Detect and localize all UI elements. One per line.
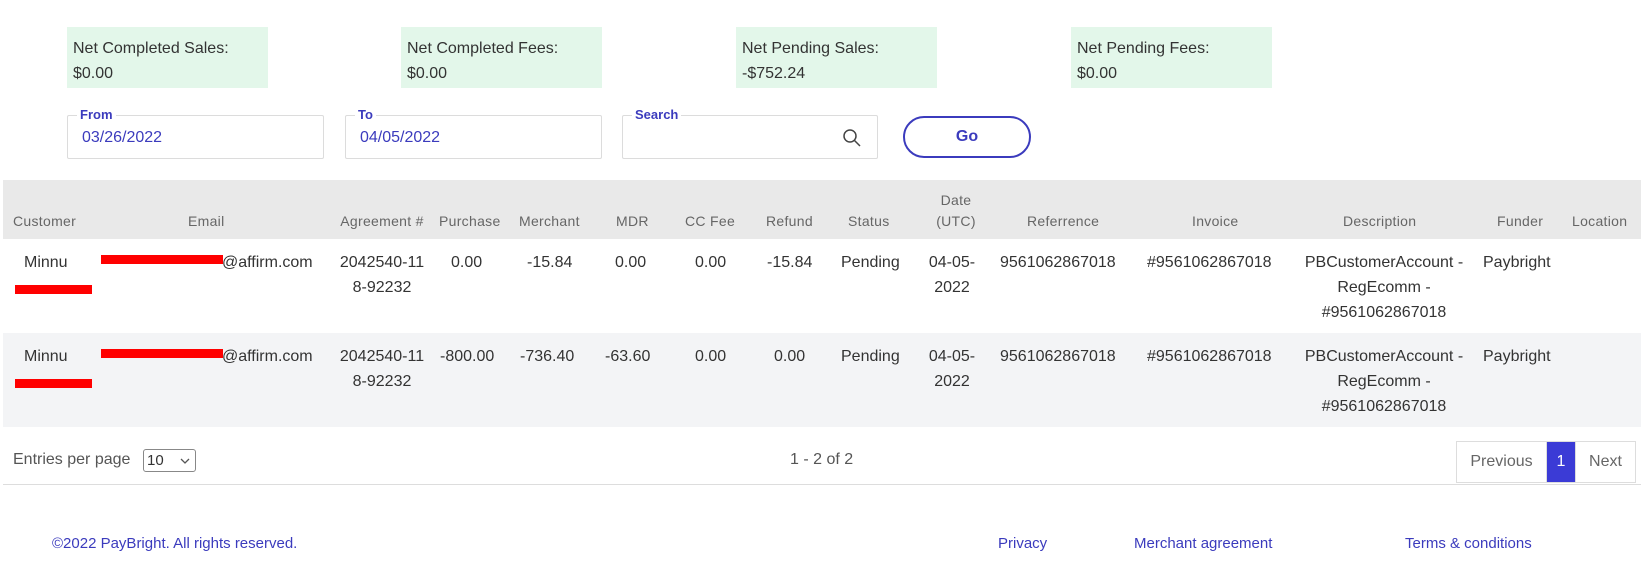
cell-invoice: #9561062867018 <box>1147 348 1272 365</box>
from-date-value: 03/26/2022 <box>82 129 163 146</box>
cell-status: Pending <box>841 348 900 365</box>
summary-value: -$752.24 <box>742 65 806 82</box>
transactions-table: Customer Email Agreement # Purchase Merc… <box>3 180 1641 427</box>
header-status[interactable]: Status <box>848 211 890 232</box>
pagination-bar: Entries per page 10 1 - 2 of 2 Previous … <box>3 430 1641 485</box>
summary-net-pending-sales: Net Pending Sales: -$752.24 <box>736 27 937 88</box>
redaction-bar <box>15 285 92 294</box>
header-email[interactable]: Email <box>188 211 225 232</box>
search-label: Search <box>632 107 682 123</box>
entries-per-page-value: 10 <box>147 452 164 469</box>
cell-refund: -15.84 <box>767 254 813 271</box>
table-header: Customer Email Agreement # Purchase Merc… <box>3 180 1641 239</box>
table-row[interactable]: Minnu @affirm.com 2042540-118-92232 -800… <box>3 333 1641 427</box>
cell-customer: Minnu <box>24 254 68 271</box>
cell-description: PBCustomerAccount - RegEcomm - #95610628… <box>1304 348 1464 415</box>
cell-date: 04-05-2022 <box>928 254 976 296</box>
redaction-bar <box>101 255 223 264</box>
summary-net-pending-fees: Net Pending Fees: $0.00 <box>1071 27 1272 88</box>
to-date-label: To <box>355 107 376 123</box>
cell-agreement: 2042540-118-92232 <box>339 348 425 390</box>
page-1-button[interactable]: 1 <box>1547 442 1575 482</box>
entries-per-page-label: Entries per page <box>13 451 131 468</box>
search-input[interactable]: Search <box>622 107 878 159</box>
cell-reference: 9561062867018 <box>1000 254 1116 271</box>
cell-refund: 0.00 <box>774 348 806 365</box>
summary-value: $0.00 <box>407 65 448 82</box>
header-agreement[interactable]: Agreement # <box>338 211 426 232</box>
header-reference[interactable]: Referrence <box>1027 211 1099 232</box>
header-date[interactable]: Date (UTC) <box>931 190 981 232</box>
previous-page-button[interactable]: Previous <box>1457 442 1547 482</box>
header-funder[interactable]: Funder <box>1497 211 1543 232</box>
cell-cc-fee: 0.00 <box>695 254 727 271</box>
entries-per-page-select[interactable]: 10 <box>143 449 196 472</box>
cell-email[interactable]: @affirm.com <box>222 344 313 369</box>
cell-purchase: -800.00 <box>440 348 495 365</box>
cell-description: PBCustomerAccount - RegEcomm - #95610628… <box>1304 254 1464 321</box>
summary-label: Net Completed Fees: <box>407 40 559 57</box>
header-purchase[interactable]: Purchase <box>439 211 501 232</box>
cell-agreement: 2042540-118-92232 <box>339 254 425 296</box>
header-mdr[interactable]: MDR <box>616 211 649 232</box>
summary-label: Net Pending Fees: <box>1077 40 1210 57</box>
terms-conditions-link[interactable]: Terms & conditions <box>1405 535 1532 552</box>
pager: Previous 1 Next <box>1456 441 1636 483</box>
cell-merchant: -15.84 <box>527 254 573 271</box>
summary-value: $0.00 <box>73 65 114 82</box>
summary-net-completed-sales: Net Completed Sales: $0.00 <box>67 27 268 88</box>
cell-status: Pending <box>841 254 900 271</box>
cell-merchant: -736.40 <box>520 348 575 365</box>
cell-funder: Paybright <box>1483 348 1551 365</box>
chevron-down-icon <box>180 458 190 464</box>
header-location[interactable]: Location <box>1572 211 1627 232</box>
page-range-info: 1 - 2 of 2 <box>790 451 854 468</box>
cell-email[interactable]: @affirm.com <box>222 250 313 275</box>
summary-label: Net Completed Sales: <box>73 40 229 57</box>
search-icon[interactable] <box>842 128 862 148</box>
summary-net-completed-fees: Net Completed Fees: $0.00 <box>401 27 602 88</box>
go-button[interactable]: Go <box>903 116 1031 158</box>
cell-mdr: -63.60 <box>605 348 651 365</box>
copyright-text: ©2022 PayBright. All rights reserved. <box>52 535 298 552</box>
privacy-link[interactable]: Privacy <box>998 535 1047 552</box>
from-date-label: From <box>77 107 116 123</box>
cell-mdr: 0.00 <box>615 254 647 271</box>
merchant-agreement-link[interactable]: Merchant agreement <box>1134 535 1272 552</box>
from-date-field[interactable]: From 03/26/2022 <box>67 107 324 159</box>
header-merchant[interactable]: Merchant <box>519 211 580 232</box>
to-date-field[interactable]: To 04/05/2022 <box>345 107 602 159</box>
header-description[interactable]: Description <box>1343 211 1416 232</box>
cell-date: 04-05-2022 <box>928 348 976 390</box>
next-page-button[interactable]: Next <box>1575 442 1635 482</box>
summary-value: $0.00 <box>1077 65 1118 82</box>
header-customer[interactable]: Customer <box>13 211 76 232</box>
header-refund[interactable]: Refund <box>766 211 813 232</box>
cell-customer: Minnu <box>24 348 68 365</box>
cell-funder: Paybright <box>1483 254 1551 271</box>
summary-label: Net Pending Sales: <box>742 40 879 57</box>
header-invoice[interactable]: Invoice <box>1192 211 1238 232</box>
header-cc-fee[interactable]: CC Fee <box>685 211 735 232</box>
redaction-bar <box>101 349 223 358</box>
cell-cc-fee: 0.00 <box>695 348 727 365</box>
table-row[interactable]: Minnu @affirm.com 2042540-118-92232 0.00… <box>3 239 1641 333</box>
cell-reference: 9561062867018 <box>1000 348 1116 365</box>
cell-purchase: 0.00 <box>451 254 483 271</box>
redaction-bar <box>15 379 92 388</box>
cell-invoice: #9561062867018 <box>1147 254 1272 271</box>
to-date-value: 04/05/2022 <box>360 129 441 146</box>
